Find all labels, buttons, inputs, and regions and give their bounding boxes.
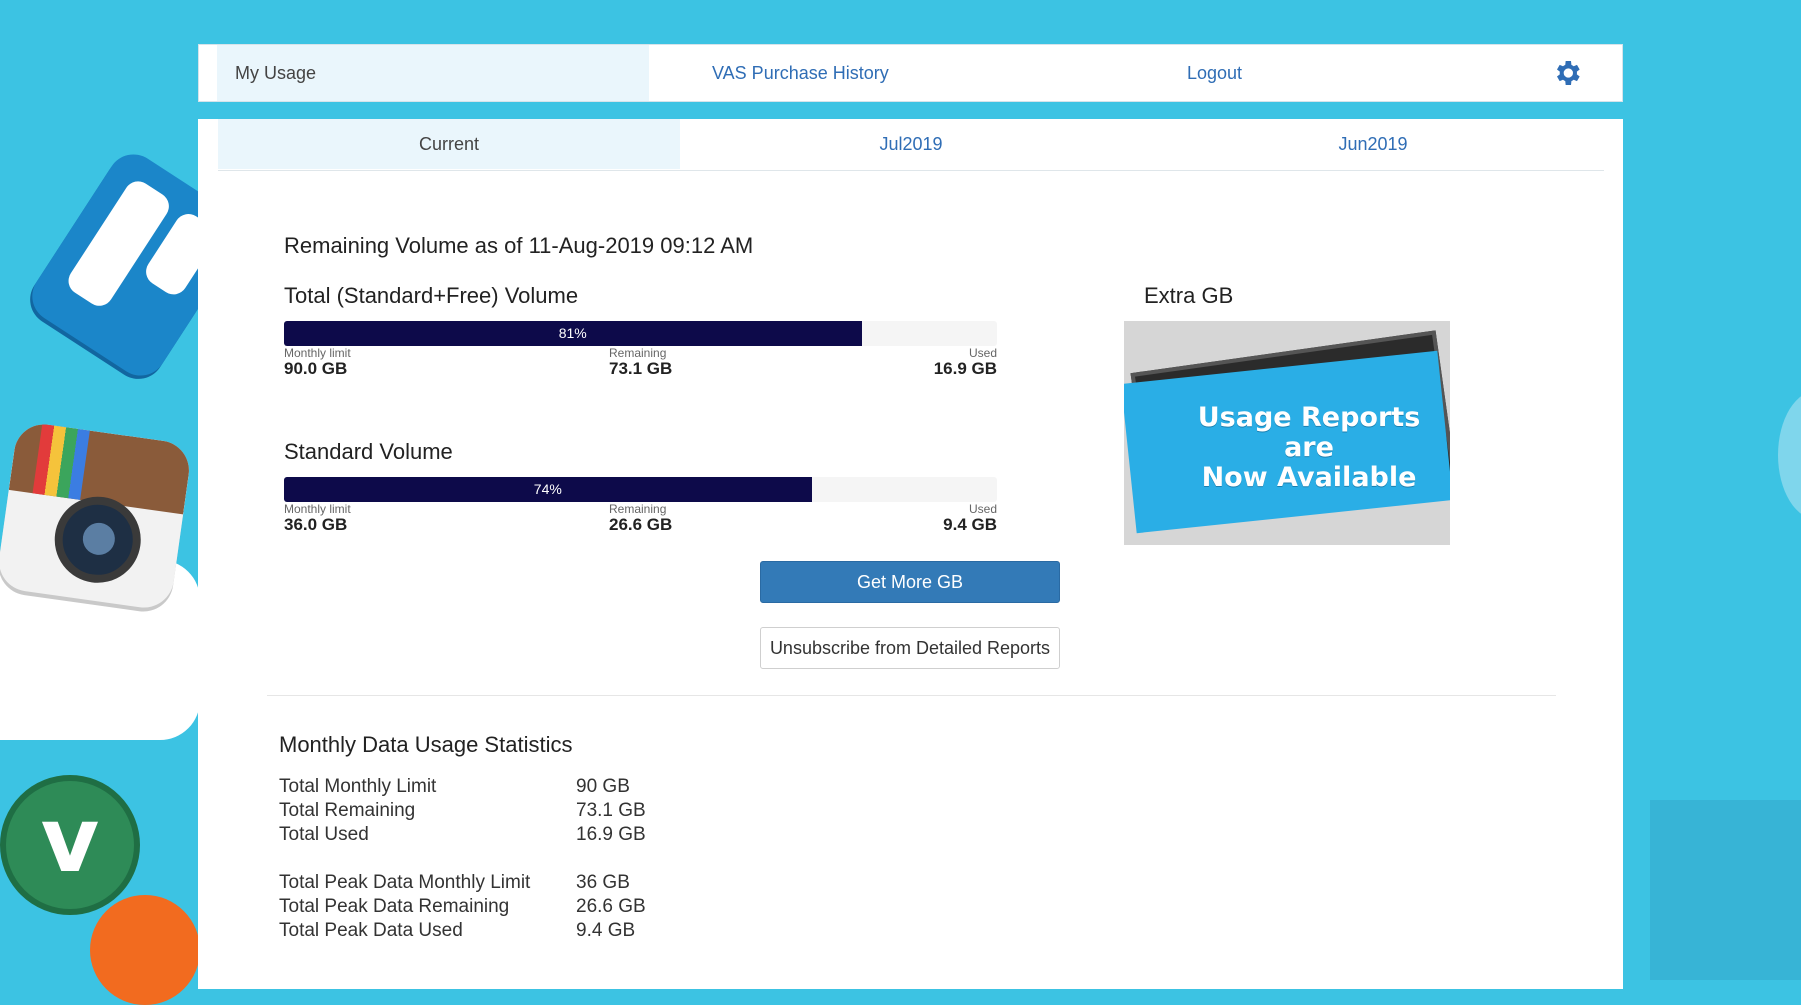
tab-jul2019[interactable]: Jul2019: [680, 119, 1142, 169]
stats-row: Total Remaining 73.1 GB: [279, 799, 646, 823]
total-volume-progress-bar: 81%: [284, 321, 997, 346]
nav-tab-vas-purchase-history[interactable]: VAS Purchase History: [712, 45, 889, 101]
stats-row: Total Peak Data Used 9.4 GB: [279, 919, 646, 943]
total-volume-progress-fill: 81%: [284, 321, 862, 346]
instagram-logo-decoration: [0, 420, 193, 612]
unsubscribe-reports-button[interactable]: Unsubscribe from Detailed Reports: [760, 627, 1060, 669]
stats-value: 9.4 GB: [576, 920, 636, 941]
usage-reports-promo-banner[interactable]: Usage Reports are Now Available: [1124, 321, 1450, 545]
section-divider: [267, 695, 1556, 696]
stats-label: Total Peak Data Used: [279, 920, 463, 941]
total-monthly-limit: Monthly limit 90.0 GB: [284, 346, 351, 378]
stat-value: 9.4 GB: [943, 515, 997, 534]
stat-label: Monthly limit: [284, 346, 351, 360]
stats-row: Total Peak Data Monthly Limit 36 GB: [279, 871, 646, 895]
stat-label: Used: [968, 502, 997, 516]
stats-row: Total Used 16.9 GB: [279, 823, 646, 847]
total-volume-title: Total (Standard+Free) Volume: [284, 283, 579, 308]
tab-current[interactable]: Current: [218, 119, 680, 169]
standard-volume-title: Standard Volume: [284, 439, 453, 464]
vine-logo-decoration: v: [0, 775, 140, 915]
stat-value: 73.1 GB: [609, 359, 673, 378]
standard-used: Used 9.4 GB: [897, 502, 997, 534]
stats-label: Total Remaining: [279, 800, 416, 821]
total-remaining: Remaining 73.1 GB: [609, 346, 672, 378]
stats-label: Total Used: [279, 824, 369, 845]
stat-label: Remaining: [609, 502, 667, 516]
total-used: Used 16.9 GB: [897, 346, 997, 378]
stat-label: Used: [968, 346, 997, 360]
stats-value: 90 GB: [576, 776, 630, 797]
stats-row: Total Monthly Limit 90 GB: [279, 775, 646, 799]
top-nav: My Usage VAS Purchase History Logout: [198, 44, 1623, 102]
stat-value: 26.6 GB: [609, 515, 673, 534]
remaining-volume-heading: Remaining Volume as of 11-Aug-2019 09:12…: [284, 233, 754, 258]
gear-icon[interactable]: [1551, 57, 1583, 89]
tab-jun2019[interactable]: Jun2019: [1142, 119, 1604, 169]
stat-value: 16.9 GB: [933, 359, 997, 378]
promo-text: Usage Reports are Now Available: [1194, 403, 1424, 493]
promo-line: are: [1284, 432, 1334, 463]
nav-logout-link[interactable]: Logout: [1187, 45, 1242, 101]
stats-value: 36 GB: [576, 872, 630, 893]
stats-label: Total Peak Data Remaining: [279, 896, 510, 917]
nav-tab-my-usage[interactable]: My Usage: [217, 45, 649, 101]
standard-monthly-limit: Monthly limit 36.0 GB: [284, 502, 351, 534]
stat-label: Monthly limit: [284, 502, 351, 516]
standard-remaining: Remaining 26.6 GB: [609, 502, 672, 534]
stats-row: Total Peak Data Remaining 26.6 GB: [279, 895, 646, 919]
stats-value: 16.9 GB: [576, 824, 646, 845]
stats-value: 26.6 GB: [576, 896, 646, 917]
promo-line: Now Available: [1201, 462, 1417, 493]
stat-value: 36.0 GB: [284, 515, 348, 534]
stats-label: Total Peak Data Monthly Limit: [279, 872, 531, 893]
promo-line: Usage Reports: [1197, 402, 1421, 433]
background-shape: [1778, 390, 1801, 520]
usage-panel: Current Jul2019 Jun2019 Remaining Volume…: [198, 119, 1623, 989]
monthly-stats-table: Total Monthly Limit 90 GB Total Remaining…: [279, 775, 646, 943]
stats-label: Total Monthly Limit: [279, 776, 437, 797]
standard-volume-progress-fill: 74%: [284, 477, 812, 502]
background-shape: [1650, 800, 1801, 980]
stats-value: 73.1 GB: [576, 800, 646, 821]
stat-value: 90.0 GB: [284, 359, 348, 378]
period-tabs: Current Jul2019 Jun2019: [218, 119, 1604, 171]
monthly-stats-title: Monthly Data Usage Statistics: [279, 732, 573, 757]
get-more-gb-button[interactable]: Get More GB: [760, 561, 1060, 603]
extra-gb-title: Extra GB: [1144, 283, 1234, 308]
stat-label: Remaining: [609, 346, 667, 360]
orange-logo-decoration: [90, 895, 200, 1005]
standard-volume-progress-bar: 74%: [284, 477, 997, 502]
